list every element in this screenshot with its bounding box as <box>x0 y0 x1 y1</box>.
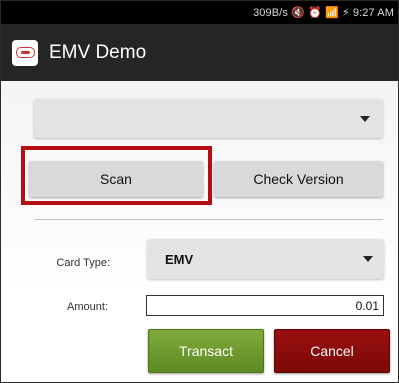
amount-input[interactable] <box>146 295 384 316</box>
status-bar: 309B/s 🔇 ⏰ 📶 ⚡ 9:27 AM <box>1 1 398 24</box>
caret-down-icon <box>360 116 370 122</box>
main-content: Scan Check Version Card Type: EMV Amount… <box>1 81 398 382</box>
amount-label: Amount: <box>67 301 108 313</box>
card-type-spinner[interactable]: EMV <box>147 239 384 279</box>
cancel-button[interactable]: Cancel <box>274 329 390 373</box>
transact-button[interactable]: Transact <box>148 329 264 373</box>
acs-logo-icon <box>12 39 38 66</box>
check-version-button[interactable]: Check Version <box>214 161 383 197</box>
device-screen: 309B/s 🔇 ⏰ 📶 ⚡ 9:27 AM EMV Demo Scan Che… <box>0 0 399 383</box>
status-bar-text: 309B/s 🔇 ⏰ 📶 ⚡ 9:27 AM <box>253 7 394 19</box>
caret-down-icon <box>363 256 373 262</box>
divider <box>34 219 383 220</box>
reader-spinner[interactable] <box>34 98 383 138</box>
action-bar: EMV Demo <box>1 24 398 81</box>
card-type-label: Card Type: <box>56 257 110 269</box>
card-type-value: EMV <box>165 251 194 267</box>
app-title: EMV Demo <box>49 41 147 63</box>
scan-highlight-box <box>21 146 212 205</box>
